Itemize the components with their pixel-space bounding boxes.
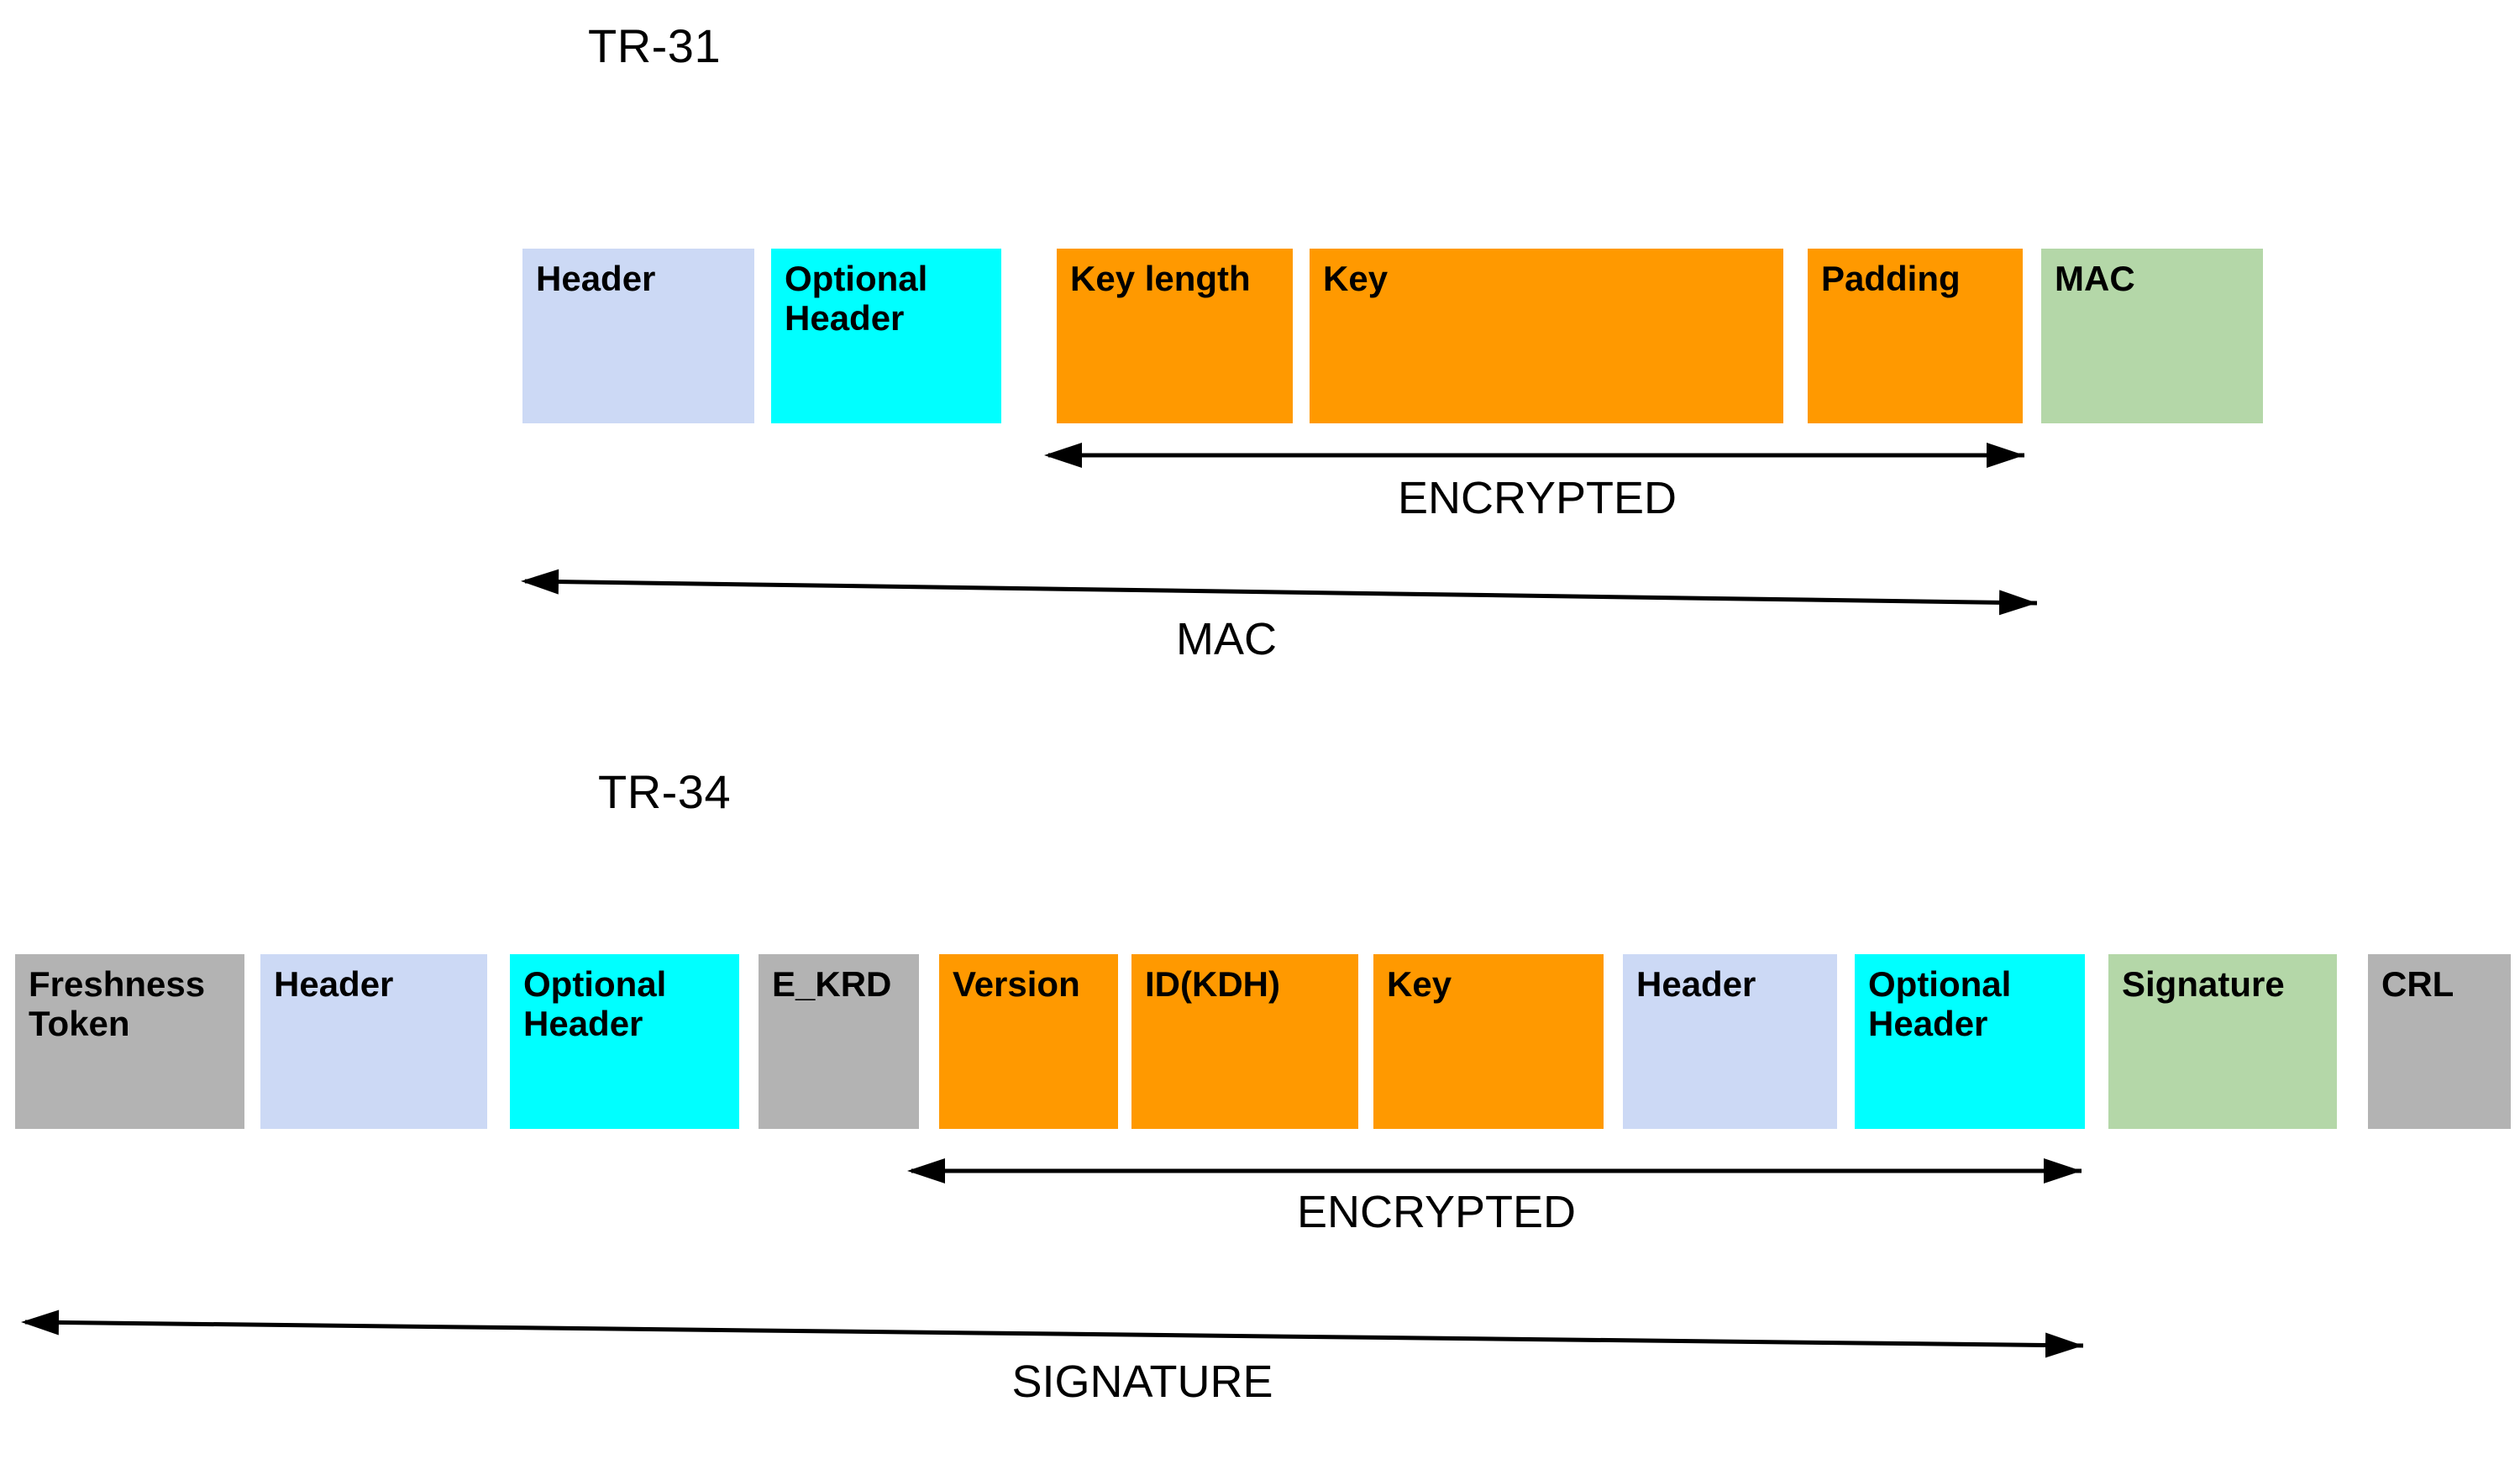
span-label-encrypted: ENCRYPTED — [1296, 1187, 1577, 1237]
block-signature: Signature — [2108, 954, 2337, 1129]
block-header: Header — [260, 954, 487, 1129]
block-version: Version — [939, 954, 1118, 1129]
block-key-length: Key length — [1057, 249, 1293, 423]
section-title-tr34: TR-34 — [598, 765, 732, 818]
span-label-encrypted: ENCRYPTED — [1397, 473, 1677, 523]
block-e-krd: E_KRD — [759, 954, 919, 1129]
block-id-kdh: ID(KDH) — [1131, 954, 1358, 1129]
span-label-signature: SIGNATURE — [1011, 1357, 1273, 1407]
block-padding: Padding — [1808, 249, 2023, 423]
block-header: Header — [522, 249, 754, 423]
block-optional-header: Optional Header — [510, 954, 739, 1129]
block-optional-header: Optional Header — [771, 249, 1001, 423]
block-key: Key — [1373, 954, 1604, 1129]
block-freshness-token: Freshness Token — [15, 954, 244, 1129]
block-header: Header — [1623, 954, 1837, 1129]
block-key: Key — [1310, 249, 1783, 423]
block-optional-header: Optional Header — [1855, 954, 2085, 1129]
block-mac: MAC — [2041, 249, 2263, 423]
section-title-tr31: TR-31 — [588, 19, 722, 72]
span-label-mac: MAC — [1176, 614, 1277, 664]
diagram-canvas: TR-31 TR-34 Header Optional Header Key len… — [0, 0, 2520, 1480]
block-crl: CRL — [2368, 954, 2511, 1129]
